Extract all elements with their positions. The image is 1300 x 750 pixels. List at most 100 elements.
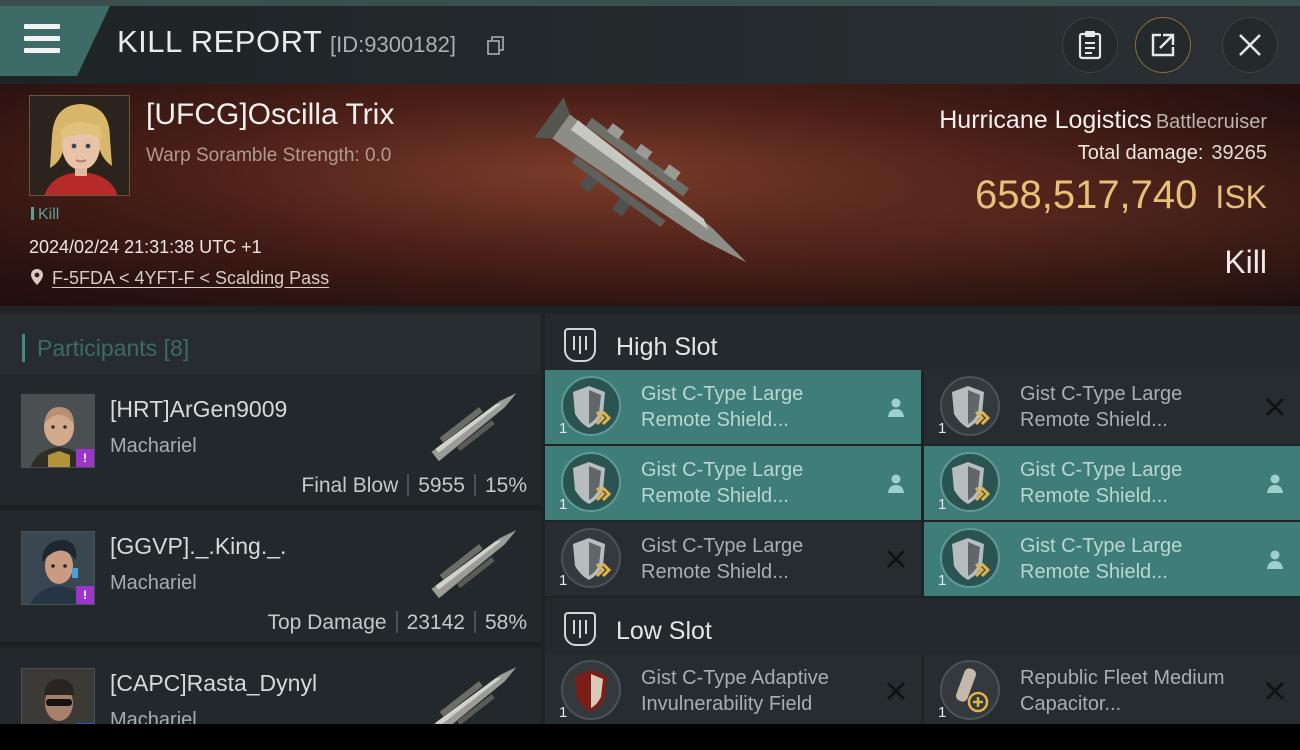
clipboard-button[interactable] [1062, 17, 1118, 73]
participant-ship-image [431, 530, 517, 599]
module-item[interactable]: 1 Gist C-Type Large Remote Shield... [545, 370, 921, 444]
participants-header[interactable]: Participants [8] [0, 314, 541, 374]
participant-avatar[interactable]: ! [21, 394, 95, 468]
module-quantity: 1 [559, 572, 568, 589]
module-item[interactable]: 1 Republic Fleet Medium Capacitor... [924, 654, 1300, 724]
module-icon [561, 452, 621, 512]
victim-portrait [30, 96, 129, 195]
victim-ship[interactable]: Hurricane Logistics Battlecruiser [939, 106, 1267, 135]
person-icon[interactable] [1264, 472, 1286, 494]
close-icon [1239, 34, 1261, 56]
module-name: Gist C-Type Large Remote Shield... [1020, 459, 1183, 507]
warp-scramble-strength: Warp Soramble Strength: 0.0 [146, 145, 392, 166]
participant-row[interactable]: ! [GGVP]._.King._. Machariel Top Damage 2… [0, 511, 541, 645]
fitting-panel: High Slot 1 Gist C-Type Large Remote Shie… [541, 306, 1300, 724]
top-bar: KILL REPORT [ID:9300182] [0, 0, 1300, 84]
low-slot-icon [564, 612, 596, 646]
ship-name: Hurricane Logistics [939, 106, 1152, 134]
victim-name[interactable]: [UFCG]Oscilla Trix [146, 98, 394, 132]
participant-percent: 58% [484, 611, 527, 634]
close-icon[interactable] [885, 680, 907, 702]
person-icon[interactable] [885, 396, 907, 418]
participant-damage: 23142 [406, 611, 465, 634]
module-item[interactable]: 1 Gist C-Type Large Remote Shield... [545, 446, 921, 520]
module-item[interactable]: 1 Gist C-Type Large Remote Shield... [545, 522, 921, 596]
isk-unit: ISK [1215, 179, 1267, 215]
module-quantity: 1 [559, 704, 568, 721]
victim-avatar[interactable] [29, 95, 130, 196]
participant-row[interactable]: ★ [CAPC]Rasta_Dynyl Machariel [0, 648, 541, 724]
participant-avatar[interactable]: ★ [21, 668, 95, 724]
participants-panel: Participants [8] ! [HRT]ArGen9009 Machar… [0, 306, 541, 724]
participant-stats: Final Blow 5955 15% [301, 474, 527, 498]
isk-amount: 658,517,740 [974, 173, 1198, 217]
high-slot-icon [564, 328, 596, 362]
total-damage: Total damage: 39265 [1078, 142, 1267, 165]
participant-name[interactable]: [CAPC]Rasta_Dynyl [110, 670, 317, 697]
module-icon [561, 528, 621, 588]
module-quantity: 1 [938, 572, 947, 589]
corp-role-badge: ! [76, 449, 94, 467]
participant-ship: Machariel [110, 572, 197, 594]
module-icon [561, 660, 621, 720]
copy-icon[interactable] [487, 36, 504, 55]
module-icon [940, 528, 1000, 588]
participant-ship: Machariel [110, 709, 197, 724]
participant-damage: 5955 [418, 474, 465, 497]
participant-role: Top Damage [267, 611, 387, 634]
participant-name[interactable]: [HRT]ArGen9009 [110, 396, 287, 423]
module-quantity: 1 [938, 704, 947, 721]
clipboard-icon [1078, 31, 1102, 60]
close-icon[interactable] [1264, 396, 1286, 418]
participant-percent: 15% [484, 474, 527, 497]
person-icon[interactable] [885, 472, 907, 494]
share-button[interactable] [1135, 17, 1191, 73]
participant-row[interactable]: ! [HRT]ArGen9009 Machariel Final Blow 595… [0, 374, 541, 508]
kill-result: Kill [1224, 244, 1267, 280]
module-name: Gist C-Type Large Remote Shield... [641, 459, 804, 507]
damage-label: Total damage: [1077, 142, 1204, 164]
close-icon[interactable] [885, 548, 907, 570]
close-icon[interactable] [1264, 680, 1286, 702]
kill-datetime: 2024/02/24 21:31:38 UTC +1 [29, 237, 262, 257]
module-quantity: 1 [559, 496, 568, 513]
close-button[interactable] [1222, 17, 1278, 73]
kill-tag: Kill [31, 206, 59, 224]
ship-class: Battlecruiser [1155, 111, 1267, 133]
module-icon [940, 660, 1000, 720]
person-icon[interactable] [1264, 548, 1286, 570]
participant-role: Final Blow [301, 474, 399, 497]
participant-stats: Top Damage 23142 58% [267, 611, 527, 635]
module-name: Republic Fleet Medium Capacitor... [1020, 667, 1225, 715]
victim-ship-image [534, 97, 747, 263]
low-slot-header: Low Slot [545, 598, 1300, 656]
participants-title: Participants [8] [37, 335, 190, 361]
isk-value: 658,517,740 ISK [975, 173, 1267, 218]
kill-location[interactable]: F-5FDA < 4YFT-F < Scalding Pass [30, 268, 329, 289]
module-quantity: 1 [559, 420, 568, 437]
module-item[interactable]: 1 Gist C-Type Large Remote Shield... [924, 370, 1300, 444]
participant-ship: Machariel [110, 435, 197, 457]
page-title: KILL REPORT [117, 24, 323, 59]
low-slot-title: Low Slot [616, 617, 712, 645]
bottom-bar [0, 724, 1300, 750]
high-slot-title: High Slot [616, 333, 718, 361]
share-icon [1151, 33, 1175, 57]
module-item[interactable]: 1 Gist C-Type Adaptive Invulnerability Fi… [545, 654, 921, 724]
hamburger-menu-icon[interactable] [24, 24, 60, 54]
module-name: Gist C-Type Large Remote Shield... [1020, 383, 1183, 431]
participant-ship-image [431, 667, 517, 724]
module-item[interactable]: 1 Gist C-Type Large Remote Shield... [924, 522, 1300, 596]
module-name: Gist C-Type Large Remote Shield... [641, 535, 804, 583]
participant-ship-image [431, 393, 517, 462]
module-icon [561, 376, 621, 436]
participant-name[interactable]: [GGVP]._.King._. [110, 533, 286, 560]
high-slot-header: High Slot [545, 314, 1300, 372]
participant-avatar[interactable]: ! [21, 531, 95, 605]
location-link[interactable]: F-5FDA < 4YFT-F < Scalding Pass [52, 268, 329, 288]
module-item[interactable]: 1 Gist C-Type Large Remote Shield... [924, 446, 1300, 520]
corp-role-badge: ! [76, 586, 94, 604]
module-icon [940, 376, 1000, 436]
module-name: Gist C-Type Large Remote Shield... [641, 383, 804, 431]
module-quantity: 1 [938, 420, 947, 437]
